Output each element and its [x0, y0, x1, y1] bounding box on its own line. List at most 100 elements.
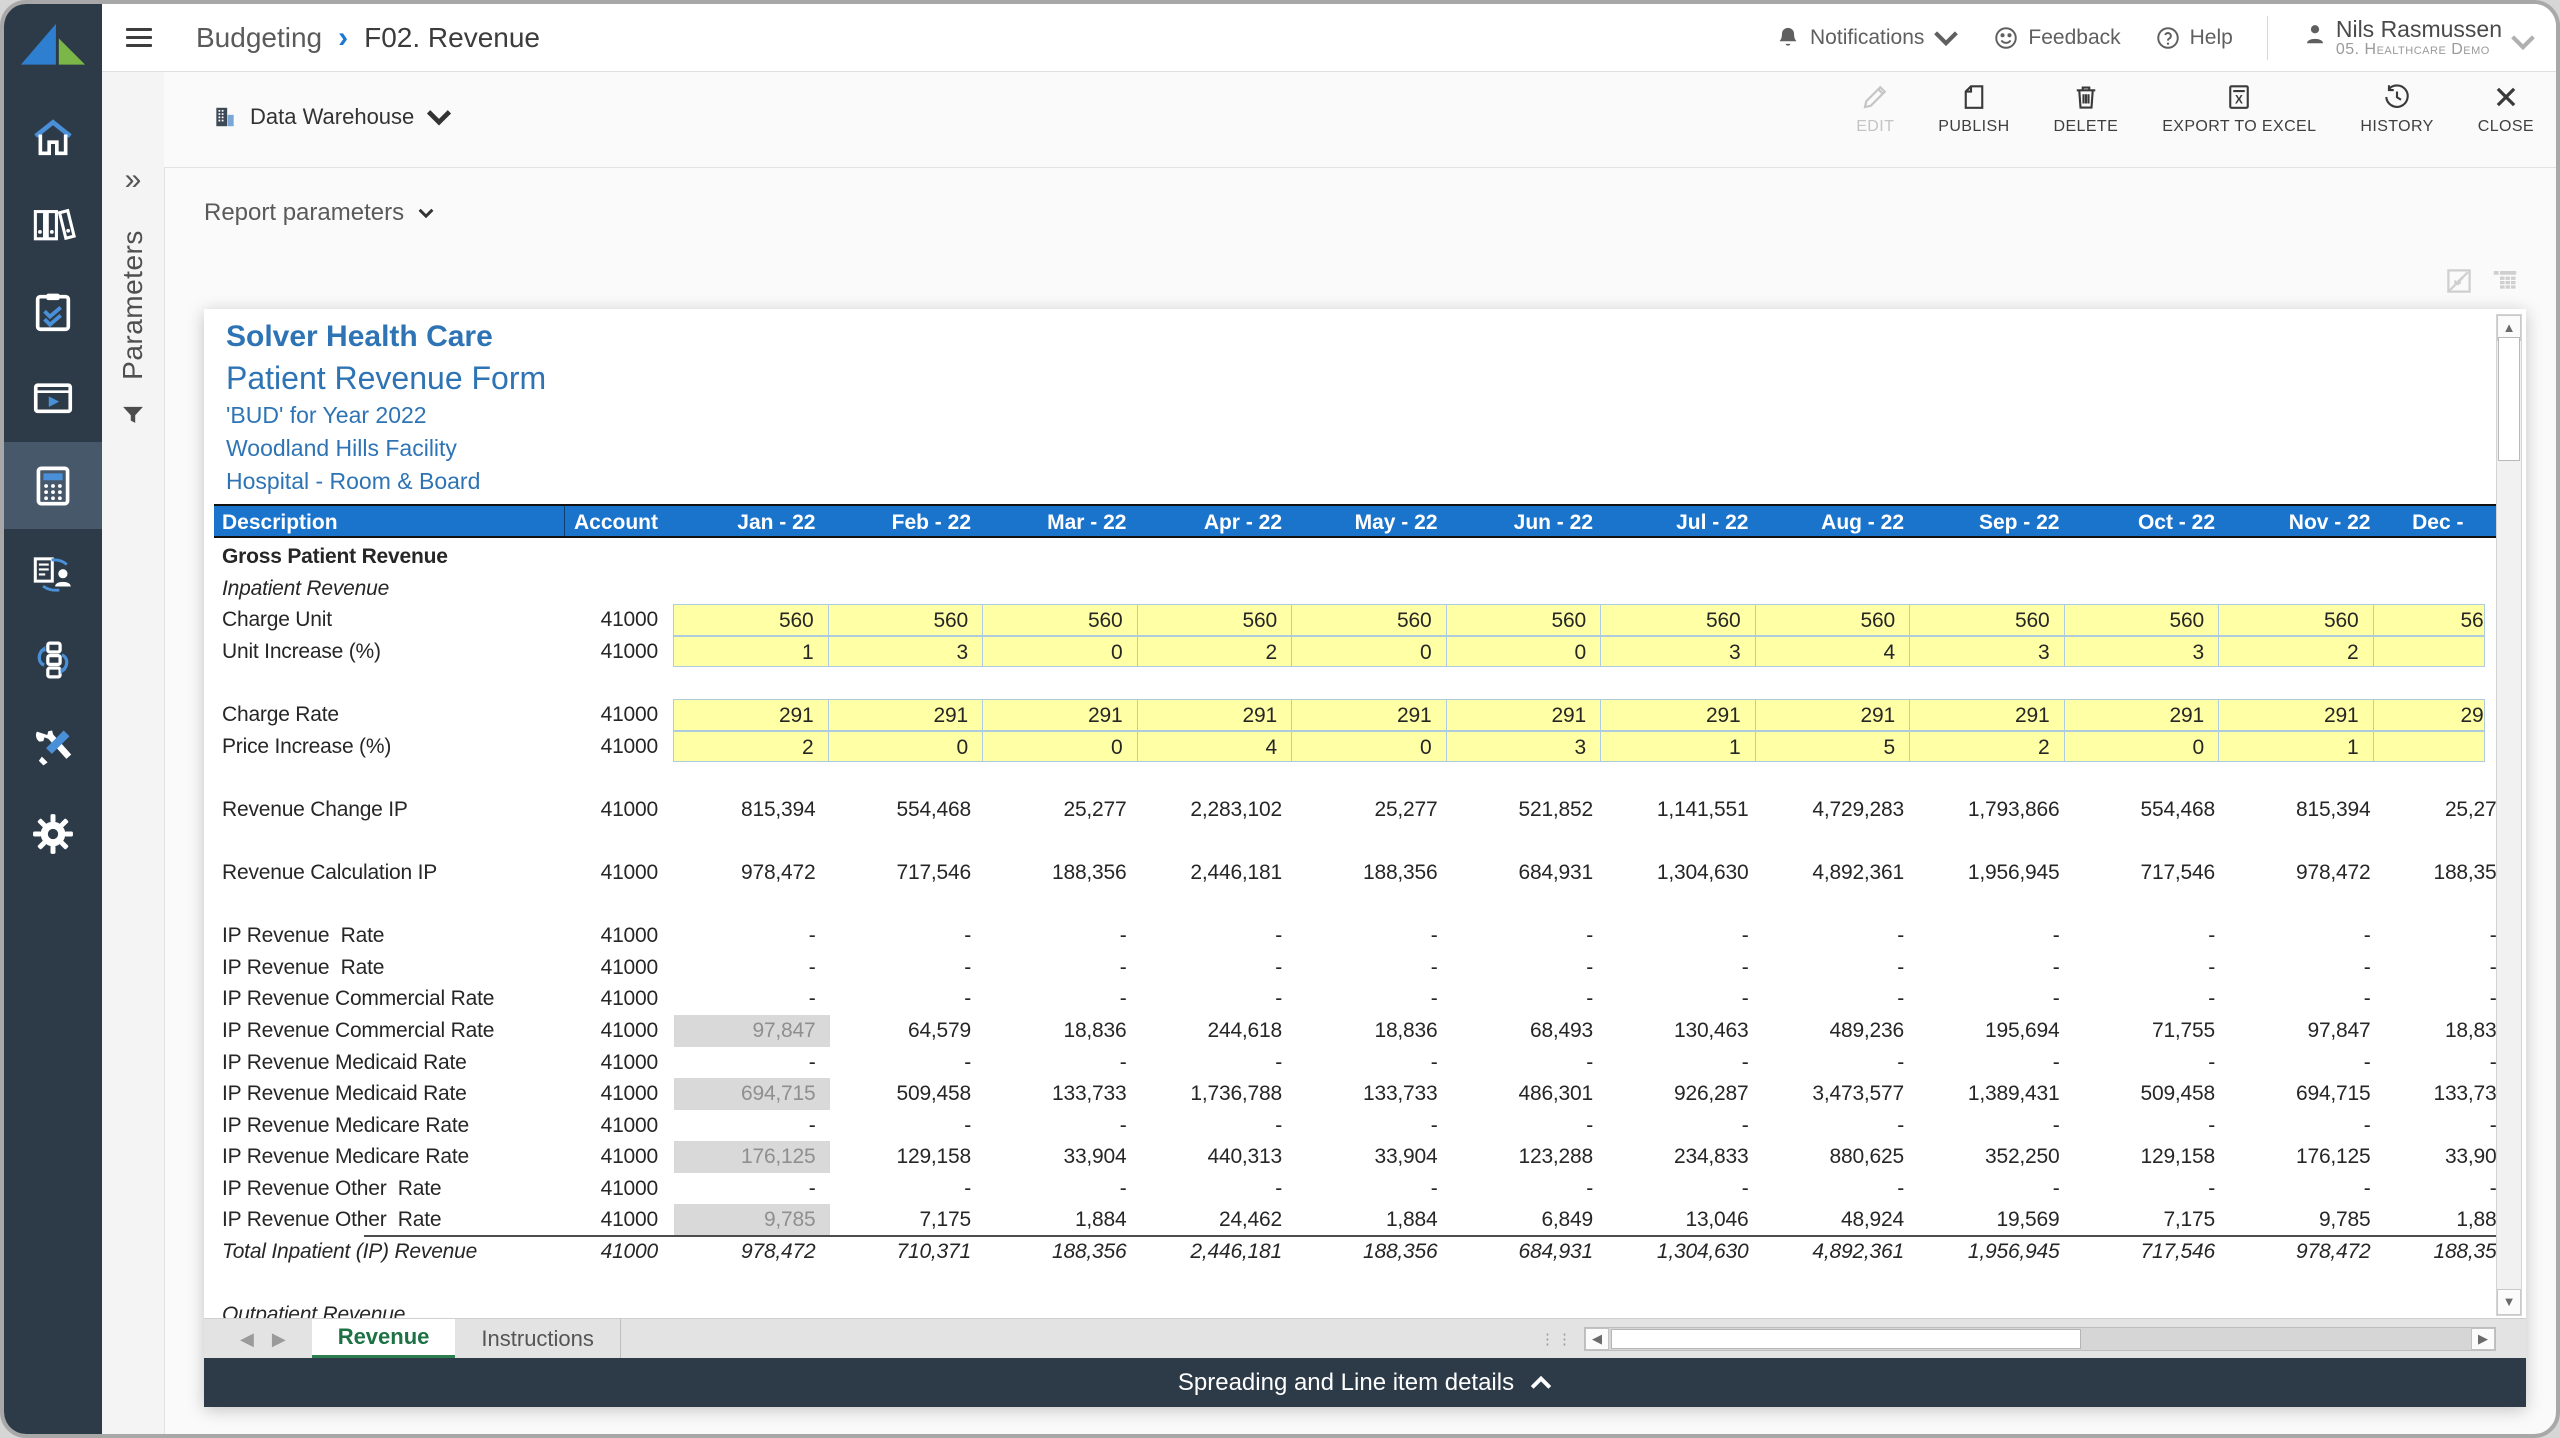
- input-cell[interactable]: 0: [828, 731, 984, 763]
- input-cell[interactable]: 4: [1755, 636, 1911, 668]
- input-cell[interactable]: 0: [982, 731, 1138, 763]
- input-cell[interactable]: 5: [1755, 731, 1911, 763]
- input-cell[interactable]: 2: [1909, 731, 2065, 763]
- input-cell[interactable]: 291: [1755, 699, 1911, 731]
- sidebar-item-process[interactable]: [4, 616, 102, 703]
- rail-collapse-icon[interactable]: »: [102, 163, 164, 197]
- input-cell[interactable]: 3: [1600, 636, 1756, 668]
- input-cell[interactable]: 291: [828, 699, 984, 731]
- horizontal-scrollbar[interactable]: ◀ ▶: [1584, 1327, 2496, 1351]
- input-cell[interactable]: 4: [1137, 731, 1293, 763]
- value-cell: -: [1296, 952, 1452, 984]
- input-cell[interactable]: [2373, 636, 2485, 668]
- notifications-button[interactable]: Notifications: [1775, 25, 1959, 51]
- input-cell[interactable]: 560: [1291, 604, 1447, 636]
- input-cell[interactable]: 2: [673, 731, 829, 763]
- publish-button[interactable]: PUBLISH: [1938, 82, 2009, 136]
- vertical-scrollbar[interactable]: ▲ ▼: [2496, 314, 2522, 1316]
- value-cell: 717,546: [2074, 1236, 2230, 1268]
- expand-icon[interactable]: [2444, 266, 2474, 296]
- input-cell[interactable]: 3: [2064, 636, 2220, 668]
- feedback-button[interactable]: Feedback: [1993, 25, 2120, 51]
- input-cell[interactable]: 29: [2373, 699, 2485, 731]
- value-cell[interactable]: 176,125: [674, 1141, 830, 1173]
- sheet-tab-prev-icon[interactable]: ◀: [240, 1329, 254, 1350]
- sidebar-item-playlists[interactable]: [4, 355, 102, 442]
- sidebar-item-tasks[interactable]: [4, 268, 102, 355]
- value-cell[interactable]: 694,715: [674, 1078, 830, 1110]
- input-cell[interactable]: 291: [2064, 699, 2220, 731]
- data-source-dropdown[interactable]: Data Warehouse: [212, 104, 452, 130]
- help-button[interactable]: Help: [2155, 25, 2233, 51]
- scroll-right-button[interactable]: ▶: [2471, 1328, 2495, 1350]
- sidebar-item-budgeting[interactable]: [4, 442, 102, 529]
- input-cell[interactable]: 560: [1600, 604, 1756, 636]
- input-cell[interactable]: 3: [1446, 731, 1602, 763]
- tab-revenue[interactable]: Revenue: [312, 1319, 456, 1359]
- breadcrumb-budgeting[interactable]: Budgeting: [196, 22, 322, 54]
- report-parameters-toggle[interactable]: Report parameters: [204, 199, 434, 227]
- vertical-scroll-thumb[interactable]: [2498, 337, 2520, 461]
- input-cell[interactable]: 560: [828, 604, 984, 636]
- input-cell[interactable]: 291: [1137, 699, 1293, 731]
- input-cell[interactable]: 0: [1446, 636, 1602, 668]
- close-button[interactable]: CLOSE: [2478, 82, 2534, 136]
- input-cell[interactable]: 0: [2064, 731, 2220, 763]
- input-cell[interactable]: 3: [828, 636, 984, 668]
- delete-button[interactable]: DELETE: [2054, 82, 2119, 136]
- input-cell[interactable]: 3: [1909, 636, 2065, 668]
- sidebar-item-settings[interactable]: [4, 790, 102, 877]
- sidebar-item-admin-tools[interactable]: [4, 703, 102, 790]
- input-cell[interactable]: 291: [1909, 699, 2065, 731]
- input-cell[interactable]: 0: [1291, 636, 1447, 668]
- user-menu[interactable]: Nils Rasmussen 05. Healthcare Demo: [2302, 17, 2536, 59]
- sidebar-item-reports[interactable]: [4, 181, 102, 268]
- input-cell[interactable]: 560: [673, 604, 829, 636]
- parameters-rail-label[interactable]: Parameters: [117, 202, 149, 408]
- input-cell[interactable]: 56: [2373, 604, 2485, 636]
- history-button[interactable]: HISTORY: [2360, 82, 2433, 136]
- value-cell: -: [1141, 1110, 1297, 1142]
- chevron-down-icon: [2510, 29, 2536, 55]
- input-cell[interactable]: 560: [2064, 604, 2220, 636]
- value-cell[interactable]: 97,847: [674, 1015, 830, 1047]
- input-cell[interactable]: [2373, 731, 2485, 763]
- sheet-tab-next-icon[interactable]: ▶: [272, 1329, 286, 1350]
- value-cell: 19,569: [1918, 1204, 2074, 1236]
- hamburger-menu-icon[interactable]: [126, 23, 152, 52]
- tab-instructions[interactable]: Instructions: [455, 1319, 621, 1359]
- input-cell[interactable]: 560: [982, 604, 1138, 636]
- scroll-down-button[interactable]: ▼: [2497, 1289, 2521, 1315]
- input-cell[interactable]: 560: [1755, 604, 1911, 636]
- input-cell[interactable]: 0: [982, 636, 1138, 668]
- input-cell[interactable]: 2: [1137, 636, 1293, 668]
- input-cell[interactable]: 291: [1600, 699, 1756, 731]
- input-cell[interactable]: 560: [1909, 604, 2065, 636]
- input-cell[interactable]: 2: [2218, 636, 2374, 668]
- splitter-handle-icon[interactable]: ⋮⋮: [1540, 1330, 1574, 1348]
- input-cell[interactable]: 0: [1291, 731, 1447, 763]
- value-cell[interactable]: 9,785: [674, 1204, 830, 1236]
- input-cell[interactable]: 291: [2218, 699, 2374, 731]
- input-cell[interactable]: 560: [1446, 604, 1602, 636]
- input-cell[interactable]: 291: [1446, 699, 1602, 731]
- home-icon: [30, 115, 76, 161]
- input-cell[interactable]: 560: [2218, 604, 2374, 636]
- spreading-details-bar[interactable]: Spreading and Line item details: [204, 1358, 2526, 1407]
- sidebar-item-collaboration[interactable]: [4, 529, 102, 616]
- row-label: IP Revenue Other Rate: [214, 1204, 564, 1236]
- grid-icon[interactable]: [2490, 266, 2520, 296]
- app-logo-icon[interactable]: [18, 18, 88, 74]
- input-cell[interactable]: 560: [1137, 604, 1293, 636]
- input-cell[interactable]: 291: [982, 699, 1138, 731]
- input-cell[interactable]: 291: [673, 699, 829, 731]
- horizontal-scroll-thumb[interactable]: [1611, 1329, 2081, 1349]
- sidebar-item-home[interactable]: [4, 94, 102, 181]
- input-cell[interactable]: 291: [1291, 699, 1447, 731]
- export-button[interactable]: XEXPORT TO EXCEL: [2162, 82, 2316, 136]
- funnel-icon[interactable]: [119, 401, 147, 429]
- scroll-left-button[interactable]: ◀: [1585, 1328, 1609, 1350]
- input-cell[interactable]: 1: [2218, 731, 2374, 763]
- input-cell[interactable]: 1: [673, 636, 829, 668]
- input-cell[interactable]: 1: [1600, 731, 1756, 763]
